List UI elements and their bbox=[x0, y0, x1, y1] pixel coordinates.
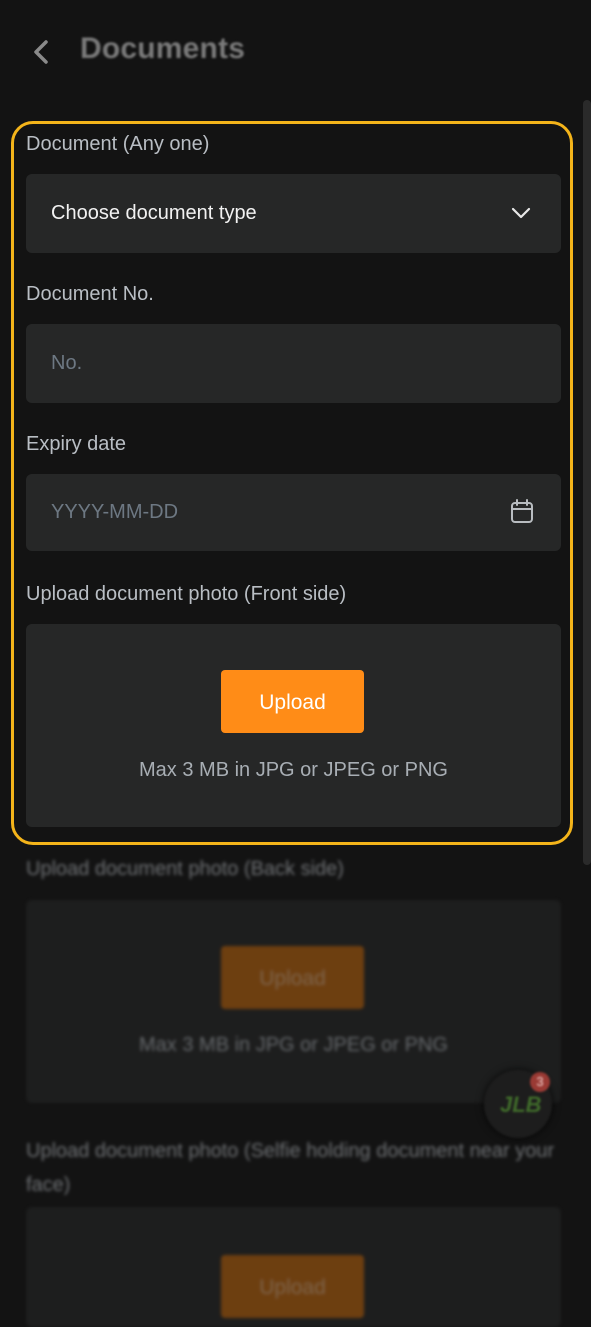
notification-badge: 3 bbox=[530, 1072, 550, 1092]
back-upload-label: Upload document photo (Back side) bbox=[26, 858, 344, 880]
back-arrow-icon[interactable] bbox=[28, 36, 56, 68]
chat-widget-button[interactable]: JLB 3 bbox=[484, 1070, 552, 1138]
chat-logo: JLB bbox=[500, 1092, 542, 1117]
header: Documents bbox=[0, 0, 591, 100]
selfie-upload-button[interactable]: Upload bbox=[221, 1255, 364, 1318]
selfie-upload-label: Upload document photo (Selfie holding do… bbox=[26, 1140, 555, 1196]
scrollbar[interactable] bbox=[583, 100, 591, 865]
back-upload-hint: Max 3 MB in JPG or JPEG or PNG bbox=[139, 1034, 448, 1056]
highlight-outline bbox=[11, 121, 573, 845]
back-upload-area: Upload Max 3 MB in JPG or JPEG or PNG bbox=[26, 900, 561, 1103]
back-upload-button[interactable]: Upload bbox=[221, 946, 364, 1009]
selfie-upload-area: Upload bbox=[26, 1207, 561, 1327]
page-title: Documents bbox=[80, 32, 246, 65]
